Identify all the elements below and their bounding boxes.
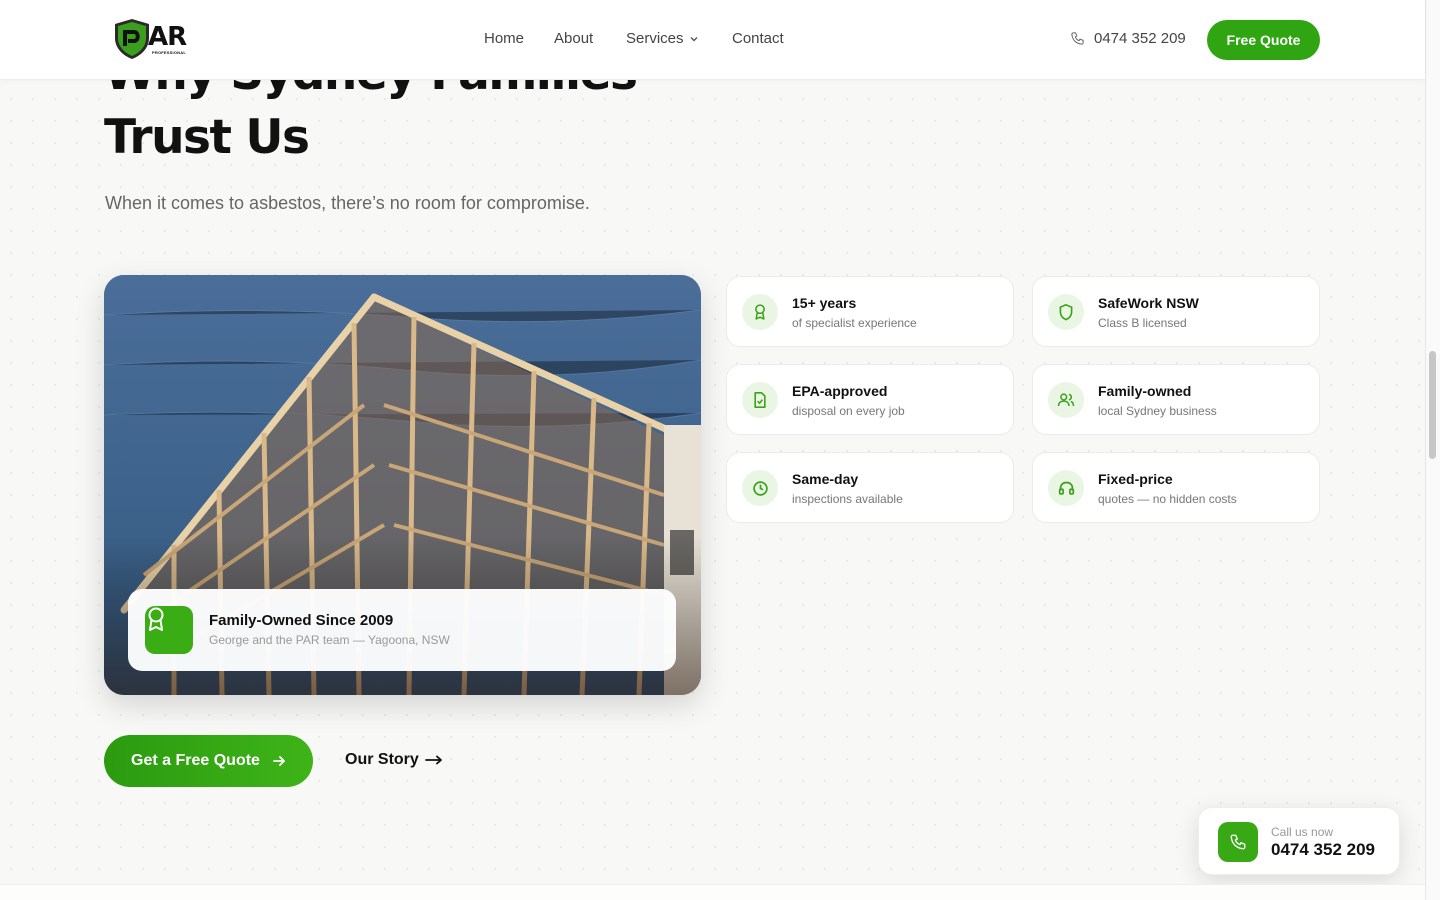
- get-free-quote-label: Get a Free Quote: [131, 752, 260, 769]
- family-owned-badge: Family-Owned Since 2009 George and the P…: [128, 589, 676, 671]
- long-arrow-right-icon: [425, 755, 443, 765]
- site-header: AR PROFESSIONAL Home About Services Cont…: [0, 0, 1425, 80]
- our-story-link[interactable]: Our Story: [345, 751, 443, 769]
- badge-title: Family-Owned Since 2009: [209, 612, 394, 629]
- section-title: Why Sydney Families Trust Us: [104, 80, 804, 180]
- feature-card-fixed-price: Fixed-price quotes — no hidden costs: [1032, 452, 1320, 523]
- feature-title: SafeWork NSW: [1098, 295, 1199, 311]
- feature-subtitle: disposal on every job: [792, 404, 905, 418]
- feature-title: EPA-approved: [792, 383, 888, 399]
- logo-subtext: PROFESSIONAL: [152, 50, 186, 55]
- feature-card-experience: 15+ years of specialist experience: [726, 276, 1014, 347]
- feature-title: Fixed-price: [1098, 471, 1173, 487]
- scrollbar-thumb[interactable]: [1429, 351, 1436, 459]
- nav-contact[interactable]: Contact: [732, 30, 784, 47]
- feature-title: Same-day: [792, 471, 859, 487]
- feature-subtitle: of specialist experience: [792, 316, 917, 330]
- feature-subtitle: inspections available: [792, 492, 903, 506]
- feature-card-epa: EPA-approved disposal on every job: [726, 364, 1014, 435]
- get-free-quote-button[interactable]: Get a Free Quote: [104, 735, 313, 787]
- section-title-line1: Why Sydney Families: [104, 80, 638, 101]
- feature-card-same-day: Same-day inspections available: [726, 452, 1014, 523]
- feature-title: Family-owned: [1098, 383, 1192, 399]
- award-icon: [145, 606, 193, 654]
- roof-frame-photo: Family-Owned Since 2009 George and the P…: [104, 275, 701, 695]
- our-story-label: Our Story: [345, 751, 419, 768]
- badge-subtitle: George and the PAR team — Yagoona, NSW: [209, 633, 450, 647]
- header-phone-number: 0474 352 209: [1094, 30, 1186, 47]
- nav-services[interactable]: Services: [626, 30, 699, 47]
- feature-subtitle: quotes — no hidden costs: [1098, 492, 1237, 506]
- nav-services-label: Services: [626, 30, 684, 47]
- document-check-icon: [742, 382, 778, 418]
- call-card-label: Call us now: [1271, 825, 1334, 839]
- logo[interactable]: AR PROFESSIONAL: [112, 18, 194, 62]
- phone-icon: [1218, 822, 1258, 862]
- users-icon: [1048, 382, 1084, 418]
- feature-subtitle: local Sydney business: [1098, 404, 1217, 418]
- headphones-icon: [1048, 470, 1084, 506]
- logo-text: AR: [148, 22, 187, 52]
- section-divider: [0, 884, 1425, 900]
- floating-call-card[interactable]: Call us now 0474 352 209: [1198, 807, 1400, 875]
- feature-card-safework: SafeWork NSW Class B licensed: [1032, 276, 1320, 347]
- feature-card-family: Family-owned local Sydney business: [1032, 364, 1320, 435]
- nav-about[interactable]: About: [554, 30, 593, 47]
- call-card-number: 0474 352 209: [1271, 840, 1375, 859]
- section-subtitle: When it comes to asbestos, there’s no ro…: [105, 193, 590, 213]
- header-phone-link[interactable]: 0474 352 209: [1070, 30, 1186, 47]
- arrow-right-icon: [273, 756, 285, 766]
- free-quote-button[interactable]: Free Quote: [1207, 20, 1320, 60]
- phone-icon: [1071, 32, 1084, 45]
- award-icon: [742, 294, 778, 330]
- feature-title: 15+ years: [792, 295, 857, 311]
- shield-icon: [1048, 294, 1084, 330]
- clock-icon: [742, 470, 778, 506]
- nav-home[interactable]: Home: [484, 30, 524, 47]
- logo-shield-icon: [115, 19, 149, 59]
- feature-subtitle: Class B licensed: [1098, 316, 1187, 330]
- chevron-down-icon: [690, 37, 698, 42]
- section-title-line2: Trust Us: [104, 110, 310, 165]
